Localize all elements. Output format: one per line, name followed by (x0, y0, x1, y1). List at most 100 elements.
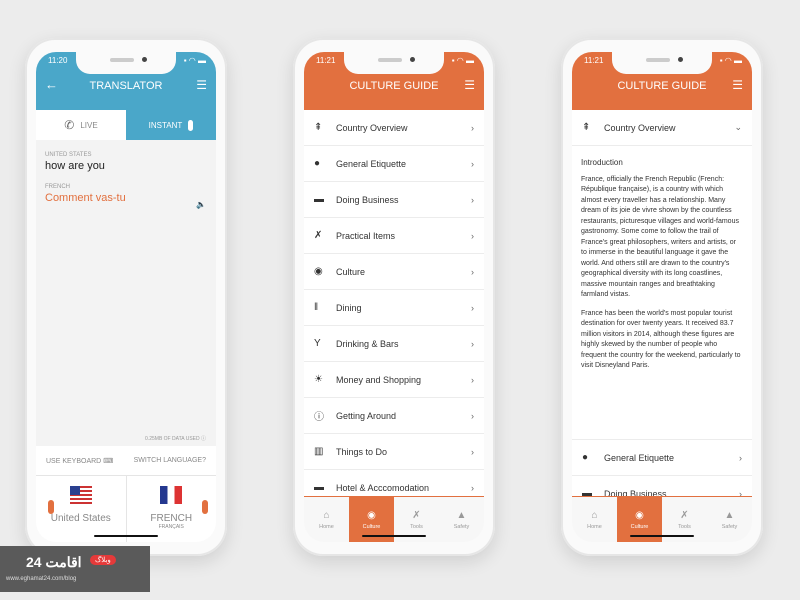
nav-label: Tools (410, 523, 423, 530)
section-label: Country Overview (604, 122, 676, 133)
open-sign-icon: ▬ (314, 194, 324, 205)
nav-label: Culture (630, 523, 649, 530)
target-text: Comment vas-tu (45, 192, 126, 204)
translator-screen: 11:20 ▪ ◠ ▬ ← TRANSLATOR ☰ ✆ LIVE INSTANT … (36, 52, 216, 542)
list-item[interactable]: ▬ Doing Business › (304, 182, 484, 218)
overview-screen: 11:21 ▪ ◠ ▬ CULTURE GUIDE ☰ ⇞ Country Over… (572, 52, 752, 542)
nav-label: Tools (678, 523, 691, 530)
intro-paragraph: France, officially the French Republic (… (581, 175, 739, 299)
switch-language-button[interactable]: SWITCH LANGUAGE? (134, 457, 206, 464)
section-country-overview[interactable]: ⇞ Country Overview ⌄ (572, 110, 752, 146)
list-item-label: Country Overview (336, 122, 408, 133)
overview-phone: 11:21 ▪ ◠ ▬ CULTURE GUIDE ☰ ⇞ Country Over… (561, 38, 763, 556)
nav-safety[interactable]: ▲ Safety (707, 497, 752, 542)
status-time: 11:20 (48, 56, 68, 65)
status-icons: ▪ ◠ ▬ (451, 56, 474, 65)
sun-icon: ☀ (314, 374, 323, 385)
notch (344, 52, 444, 74)
list-item-label: Culture (336, 266, 366, 277)
notch (76, 52, 176, 74)
page-title: TRANSLATOR (89, 80, 163, 92)
language-left[interactable]: United States (36, 476, 126, 542)
intro-paragraph: France has been the world's most popular… (581, 309, 741, 370)
list-item[interactable]: ⓘ Getting Around › (304, 398, 484, 434)
nav-label: Safety (453, 523, 470, 530)
tools-icon: ✗ (412, 509, 421, 521)
map-icon: ▥ (314, 446, 324, 457)
list-item-label: Money and Shopping (336, 374, 422, 385)
chevron-right-icon: › (471, 482, 474, 493)
list-item[interactable]: ⇞ Country Overview › (304, 110, 484, 146)
status-time: 11:21 (316, 56, 336, 65)
home-indicator (630, 535, 694, 537)
use-keyboard-button[interactable]: USE KEYBOARD ⌨ (46, 457, 113, 465)
nav-label: Safety (721, 523, 738, 530)
chevron-right-icon: › (471, 374, 474, 385)
phone-icon: ✆ (64, 118, 75, 132)
list-item[interactable]: ▥ Things to Do › (304, 434, 484, 470)
culture-guide-phone: 11:21 ▪ ◠ ▬ CULTURE GUIDE ☰ ⇞ Country Over… (293, 38, 495, 556)
list-item[interactable]: ◉ Culture › (304, 254, 484, 290)
watermark-badge: وبلاگ (90, 555, 116, 565)
nav-home[interactable]: ⌂ Home (572, 497, 617, 542)
language-right-native: FRANÇAIS (158, 524, 184, 530)
list-item[interactable]: Y Drinking & Bars › (304, 326, 484, 362)
watermark-logo: 24 اقامت وبلاگ www.eghamat24.com/blog (0, 546, 150, 592)
menu-icon[interactable]: ☰ (732, 78, 743, 92)
menu-icon[interactable]: ☰ (464, 78, 475, 92)
globe-icon: ◉ (314, 266, 323, 277)
speaker-icon[interactable]: 🔈 (196, 200, 206, 209)
list-item-label: Hotel & Acccomodation (336, 482, 430, 493)
page-title: CULTURE GUIDE (617, 80, 707, 92)
tools-icon: ✗ (680, 509, 689, 521)
section-label: General Etiquette (604, 452, 675, 463)
nav-label: Home (319, 523, 334, 530)
section-general-etiquette[interactable]: ● General Etiquette › (572, 440, 752, 476)
nav-safety[interactable]: ▲ Safety (439, 497, 484, 542)
menu-icon[interactable]: ☰ (196, 78, 207, 92)
microphone-icon[interactable] (48, 500, 54, 514)
chevron-right-icon: › (471, 194, 474, 205)
nav-home[interactable]: ⌂ Home (304, 497, 349, 542)
cocktail-icon: Y (314, 338, 321, 349)
microphone-icon[interactable] (202, 500, 208, 514)
info-icon: ⓘ (314, 412, 324, 423)
language-right-label: FRENCH (150, 513, 193, 524)
chevron-right-icon: › (471, 446, 474, 457)
list-item[interactable]: ● General Etiquette › (304, 146, 484, 182)
data-used: 0.25MB OF DATA USED ⓘ (145, 436, 206, 442)
list-item[interactable]: ✗ Practical Items › (304, 218, 484, 254)
translation-panel: UNITED STATES how are you FRENCH Comment… (36, 140, 216, 446)
microphone-icon (188, 119, 194, 131)
tab-label: LIVE (80, 120, 98, 130)
etiquette-icon: ● (314, 158, 321, 169)
etiquette-icon: ● (582, 452, 589, 463)
status-icons: ▪ ◠ ▬ (719, 56, 742, 65)
watermark-logo-text: 24 اقامت (26, 554, 82, 570)
tab-instant[interactable]: INSTANT (126, 110, 216, 140)
chevron-right-icon: › (471, 158, 474, 169)
chevron-right-icon: › (471, 266, 474, 277)
home-indicator (362, 535, 426, 537)
us-flag-icon (69, 486, 92, 504)
tools-icon: ✗ (314, 230, 323, 241)
culture-screen: 11:21 ▪ ◠ ▬ CULTURE GUIDE ☰ ⇞ Country Over… (304, 52, 484, 542)
home-indicator (94, 535, 158, 537)
tab-live[interactable]: ✆ LIVE (36, 110, 126, 140)
cutlery-icon: ǁ (314, 302, 319, 313)
target-language-label: FRENCH (45, 184, 70, 190)
nav-label: Culture (362, 523, 381, 530)
list-item[interactable]: ☀ Money and Shopping › (304, 362, 484, 398)
list-item-label: Doing Business (336, 194, 399, 205)
list-item[interactable]: ǁ Dining › (304, 290, 484, 326)
culture-icon: ◉ (635, 509, 644, 521)
status-icons: ▪ ◠ ▬ (183, 56, 206, 65)
list-item-label: General Etiquette (336, 158, 407, 169)
notch (612, 52, 712, 74)
list-item-label: Dining (336, 302, 362, 313)
chevron-right-icon: › (739, 452, 742, 463)
culture-list: ⇞ Country Overview › ● General Etiquette › ▬ Do… (304, 110, 484, 506)
chevron-down-icon: ⌄ (734, 122, 742, 132)
language-right[interactable]: FRENCH FRANÇAIS (125, 476, 217, 542)
home-icon: ⌂ (323, 509, 330, 521)
